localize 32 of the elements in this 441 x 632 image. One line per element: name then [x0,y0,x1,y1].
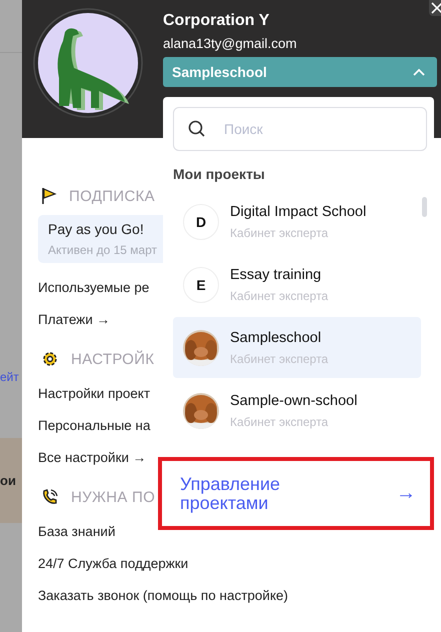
caret-icon [413,68,425,76]
flag-icon [41,187,57,205]
project-name: Digital Impact School [230,204,366,220]
project-avatar: D [183,204,219,240]
search-field[interactable]: Поиск [173,107,427,151]
project-item[interactable]: D Digital Impact School Кабинет эксперта [173,191,421,252]
scrollbar[interactable] [422,197,427,217]
menu-link[interactable]: Заказать звонок (помощь по настройке) [38,588,441,603]
project-name: Essay training [230,266,322,282]
section-title: НУЖНА ПО [71,488,156,506]
account-name: Corporation Y [163,12,270,30]
project-name: Sampleschool [230,330,322,346]
gear-icon [41,350,59,368]
project-item[interactable]: Sample-own-school Кабинет эксперта [173,380,421,441]
search-icon [188,120,206,138]
project-role: Кабинет эксперта [230,288,328,302]
menu-link[interactable]: 24/7 Служба поддержки [38,556,441,571]
project-item[interactable]: E Essay training Кабинет эксперта [173,254,421,315]
manage-projects-link[interactable]: Управление проектами → [158,457,434,530]
heading-fragment: ои [0,473,16,488]
plan-status: Активен до 15 март [48,243,158,257]
plan-name: Pay as you Go! [48,221,145,237]
section-title: ПОДПИСКА [69,188,155,204]
project-role: Кабинет эксперта [230,226,330,240]
section-title: НАСТРОЙК [71,350,154,368]
phone-icon [41,488,59,506]
project-avatar: E [183,266,219,302]
list-heading: Мои проекты [173,166,266,182]
project-role: Кабинет эксперта [230,414,330,428]
account-email: alana13ty@gmail.com [163,36,298,51]
close-icon [431,2,441,14]
project-name: Sample-own-school [230,392,358,408]
